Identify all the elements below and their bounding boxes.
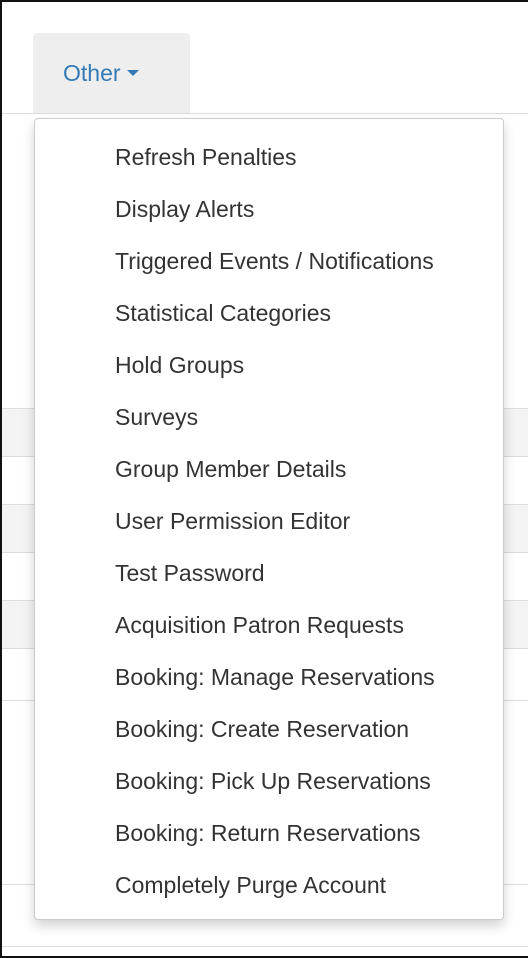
menu-item-booking-pick-up-reservations[interactable]: Booking: Pick Up Reservations — [75, 755, 503, 807]
background-row-divider — [2, 946, 528, 947]
menu-item-acquisition-patron-requests[interactable]: Acquisition Patron Requests — [75, 599, 503, 651]
menu-item-group-member-details[interactable]: Group Member Details — [75, 443, 503, 495]
other-dropdown-toggle[interactable]: Other — [33, 33, 190, 113]
nav-tabs-divider — [2, 113, 528, 114]
menu-item-test-password[interactable]: Test Password — [75, 547, 503, 599]
menu-item-booking-manage-reservations[interactable]: Booking: Manage Reservations — [75, 651, 503, 703]
menu-item-booking-create-reservation[interactable]: Booking: Create Reservation — [75, 703, 503, 755]
menu-item-triggered-events-notifications[interactable]: Triggered Events / Notifications — [75, 235, 503, 287]
menu-item-completely-purge-account[interactable]: Completely Purge Account — [75, 859, 503, 911]
menu-item-hold-groups[interactable]: Hold Groups — [75, 339, 503, 391]
menu-item-surveys[interactable]: Surveys — [75, 391, 503, 443]
menu-item-statistical-categories[interactable]: Statistical Categories — [75, 287, 503, 339]
menu-item-user-permission-editor[interactable]: User Permission Editor — [75, 495, 503, 547]
menu-item-refresh-penalties[interactable]: Refresh Penalties — [75, 131, 503, 183]
menu-item-display-alerts[interactable]: Display Alerts — [75, 183, 503, 235]
other-dropdown-label: Other — [63, 60, 121, 86]
other-dropdown-menu: Refresh Penalties Display Alerts Trigger… — [34, 118, 504, 920]
menu-item-booking-return-reservations[interactable]: Booking: Return Reservations — [75, 807, 503, 859]
caret-down-icon — [126, 69, 139, 76]
